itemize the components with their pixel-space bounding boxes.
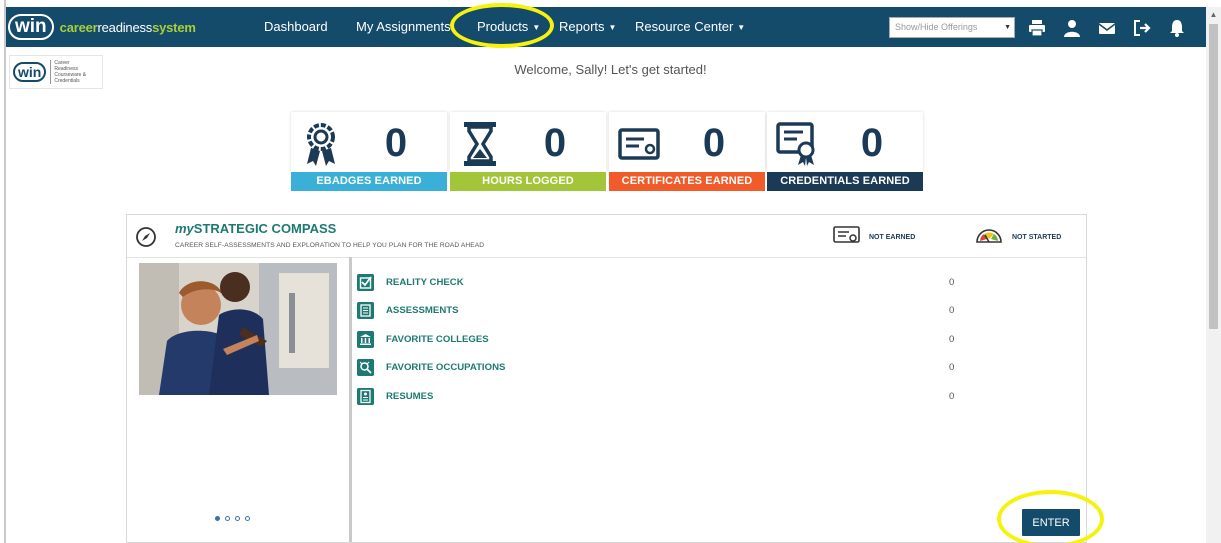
stat-tile-body: 0 <box>450 112 606 172</box>
brand-part-career: career <box>59 19 98 35</box>
panel-header: mySTRATEGIC COMPASS CAREER SELF-ASSESSME… <box>127 215 1086 258</box>
caret-down-icon: ▼ <box>532 22 541 32</box>
stat-label: CERTIFICATES EARNED <box>609 172 765 191</box>
user-icon[interactable] <box>1062 18 1082 38</box>
caret-down-icon: ▼ <box>608 22 617 32</box>
nav-resource-center-label: Resource Center <box>635 19 734 34</box>
logout-icon[interactable] <box>1132 18 1152 38</box>
list-item-label[interactable]: RESUMES <box>386 391 433 402</box>
brand-logo[interactable]: win careerreadinesssystem <box>6 7 196 47</box>
nav-my-assignments[interactable]: My Assignments <box>356 7 451 47</box>
list-item-favorite-colleges[interactable]: FAVORITE COLLEGES 0 <box>357 331 977 351</box>
list-item-count: 0 <box>949 391 955 402</box>
stat-tile-body: 0 <box>609 112 765 172</box>
page-scrollbar[interactable]: ▲ <box>1206 7 1221 543</box>
strategic-compass-panel: mySTRATEGIC COMPASS CAREER SELF-ASSESSME… <box>126 214 1087 543</box>
brand-part-readiness: readiness <box>97 19 153 35</box>
compass-icon <box>136 227 156 247</box>
certificate-icon <box>618 128 660 160</box>
offerings-select[interactable]: Show/Hide Offerings ▼ <box>889 17 1015 38</box>
chevron-down-icon: ▼ <box>1004 24 1011 31</box>
carousel-photo[interactable] <box>139 263 337 395</box>
stat-value: 0 <box>860 121 884 165</box>
carousel-dot[interactable] <box>215 516 220 521</box>
list-item-label[interactable]: REALITY CHECK <box>386 277 464 288</box>
list-item-count: 0 <box>949 277 955 288</box>
welcome-message: Welcome, Sally! Let's get started! <box>514 62 707 77</box>
bell-icon[interactable] <box>1167 18 1187 38</box>
stat-label: CREDENTIALS EARNED <box>767 172 923 191</box>
list-item-reality-check[interactable]: REALITY CHECK 0 <box>357 274 977 294</box>
win-logo: win <box>8 14 54 40</box>
stat-label: HOURS LOGGED <box>450 172 606 191</box>
panel-title-prefix: my <box>175 221 194 236</box>
list-item-favorite-occupations[interactable]: FAVORITE OCCUPATIONS 0 <box>357 359 977 379</box>
document-icon <box>357 302 374 319</box>
brand-name: careerreadinesssystem <box>60 20 196 35</box>
checkbox-icon <box>357 274 374 291</box>
nav-resource-center[interactable]: Resource Center ▼ <box>635 7 745 47</box>
stat-value: 0 <box>702 121 726 165</box>
credential-icon <box>776 122 815 166</box>
college-icon <box>357 331 374 348</box>
scroll-up-arrow-icon[interactable]: ▲ <box>1206 7 1221 22</box>
carousel-dot[interactable] <box>245 516 250 521</box>
panel-subtitle: CAREER SELF-ASSESSMENTS AND EXPLORATION … <box>175 242 485 249</box>
nav-dashboard-label: Dashboard <box>264 19 328 34</box>
occupation-search-icon <box>357 359 374 376</box>
list-item-count: 0 <box>949 362 955 373</box>
hourglass-icon <box>464 122 496 166</box>
list-item-count: 0 <box>949 305 955 316</box>
stat-tile-body: 0 <box>767 112 923 172</box>
stat-tile-certificates: 0 CERTIFICATES EARNED <box>609 112 765 191</box>
list-item-count: 0 <box>949 334 955 345</box>
nav-products-label: Products <box>477 19 529 34</box>
list-item-label[interactable]: FAVORITE COLLEGES <box>386 334 489 345</box>
ribbon-icon <box>307 123 335 166</box>
carousel-column <box>127 257 352 542</box>
list-item-label[interactable]: FAVORITE OCCUPATIONS <box>386 362 505 373</box>
app-window: win careerreadinesssystem Dashboard My A… <box>0 0 1221 543</box>
resume-icon <box>357 388 374 405</box>
stat-tile-hours: 0 HOURS LOGGED <box>450 112 606 191</box>
stat-value: 0 <box>384 121 408 165</box>
brand-part-system: system <box>152 19 196 35</box>
stat-value: 0 <box>543 121 567 165</box>
carousel-dots <box>215 516 250 521</box>
nav-reports-label: Reports <box>559 19 605 34</box>
enter-button[interactable]: ENTER <box>1022 509 1080 536</box>
nav-dashboard[interactable]: Dashboard <box>264 7 328 47</box>
list-item-label[interactable]: ASSESSMENTS <box>386 305 459 316</box>
nav-my-assignments-label: My Assignments <box>356 19 451 34</box>
top-navbar: win careerreadinesssystem Dashboard My A… <box>6 7 1206 47</box>
carousel-dot[interactable] <box>225 516 230 521</box>
earned-status-label: NOT EARNED <box>869 234 916 241</box>
nav-products[interactable]: Products ▼ <box>477 7 540 47</box>
gauge-icon <box>976 229 1002 243</box>
offerings-placeholder: Show/Hide Offerings <box>895 22 978 32</box>
nav-reports[interactable]: Reports ▼ <box>559 7 616 47</box>
stat-tile-ebadges: 0 EBADGES EARNED <box>291 112 447 191</box>
list-item-resumes[interactable]: RESUMES 0 <box>357 388 977 408</box>
stat-label: EBADGES EARNED <box>291 172 447 191</box>
list-item-assessments[interactable]: ASSESSMENTS 0 <box>357 302 977 322</box>
started-status-label: NOT STARTED <box>1012 234 1062 241</box>
caret-down-icon: ▼ <box>737 22 746 32</box>
panel-title-main: STRATEGIC COMPASS <box>193 221 337 236</box>
certificate-status-icon <box>833 226 860 243</box>
stat-tile-body: 0 <box>291 112 447 172</box>
panel-title: mySTRATEGIC COMPASS <box>175 221 336 236</box>
print-icon[interactable] <box>1027 18 1047 38</box>
mail-icon[interactable] <box>1097 18 1117 38</box>
carousel-dot[interactable] <box>235 516 240 521</box>
stat-tile-credentials: 0 CREDENTIALS EARNED <box>767 112 923 191</box>
